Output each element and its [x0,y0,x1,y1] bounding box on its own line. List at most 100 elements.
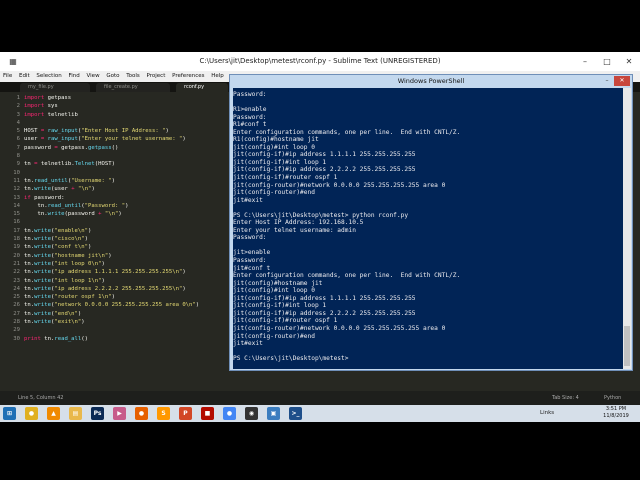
code-line: import getpass [24,95,72,101]
powershell-close-icon[interactable]: ✕ [614,76,630,86]
scrollbar-thumb[interactable] [624,326,630,366]
code-line: if password: [24,194,65,201]
menu-view[interactable]: View [87,73,100,79]
vlc-icon[interactable]: ▲ [47,407,60,420]
line-number: 24 [13,285,20,292]
menu-edit[interactable]: Edit [19,73,30,79]
console-line: jit(config-if)#int loop 1 [233,158,327,166]
file-explorer-icon[interactable]: ▤ [69,407,82,420]
console-line: Enter configuration commands, one per li… [233,128,461,136]
code-line: tn.write("enable\n") [24,227,92,234]
menu-tools[interactable]: Tools [126,73,140,79]
minimize-icon[interactable]: – [574,52,596,71]
links-toolbar-label[interactable]: Links [540,405,554,422]
network-tool-icon[interactable]: ▣ [267,407,280,420]
tab-my-file[interactable]: my_file.py [20,83,90,92]
menu-file[interactable]: File [3,73,12,79]
clock-time: 3:51 PM [605,406,627,412]
console-line: R1(config)#hostname jit [233,136,319,144]
code-line: user = raw_input("Enter your telnet user… [24,136,186,143]
taskbar: ⊞ ● ▲ ▤ Ps ▶ ● S P ■ ● ◉ ▣ >_ Links 3:51 PM 11/8/2019 [0,405,640,422]
windows-start-icon[interactable]: ⊞ [3,407,16,420]
code-line: tn = telnetlib.Telnet(HOST) [24,161,116,168]
line-number: 2 [16,103,20,110]
console-line: R1#conf t [233,121,267,129]
code-line: tn.write("end\n") [24,310,82,317]
code-line: import telnetlib [24,111,78,118]
console-line: jit(config-router)#end [233,189,315,197]
menu-goto[interactable]: Goto [106,73,119,79]
code-line: tn.write("conf t\n") [24,244,92,251]
sublime-window-title: C:\Users\jit\Desktop\metest\rconf.py - S… [199,57,441,65]
code-line: tn.write("int loop 1\n") [24,277,105,284]
menu-help[interactable]: Help [211,73,224,79]
sublime-status-bar: Line 5, Column 42 Tab Size: 4 Python [0,391,640,405]
powershell-icon[interactable]: >_ [289,407,302,420]
line-number: 28 [13,319,20,326]
console-line: jit#conf t [233,264,271,272]
powershell-title: Windows PowerShell [397,77,465,85]
code-line: password = getpass.getpass() [24,144,119,151]
console-line: Password: [233,257,267,265]
syntax-indicator[interactable]: Python [604,391,621,405]
powerpoint-icon[interactable]: P [179,407,192,420]
media-icon[interactable]: ▶ [113,407,126,420]
close-icon[interactable]: ✕ [618,52,640,71]
clock[interactable]: 3:51 PM 11/8/2019 [596,406,636,420]
tab-rconf[interactable]: rconf.py [176,83,228,92]
chrome-alt-icon[interactable]: ● [223,407,236,420]
console-line: Enter your telnet username: admin [233,226,356,234]
menu-find[interactable]: Find [68,73,79,79]
tab-file-create[interactable]: file_create.py [96,83,170,92]
obs-icon[interactable]: ◉ [245,407,258,420]
line-number: 23 [13,277,20,284]
sublime-text-icon[interactable]: S [157,407,170,420]
powershell-console[interactable]: Password: R1>enable Password: R1#conf t Ente… [233,88,623,369]
line-number: 14 [13,202,20,209]
line-number: 30 [13,335,20,342]
sublime-title-bar: C:\Users\jit\Desktop\metest\rconf.py - S… [0,52,640,71]
menu-project[interactable]: Project [147,73,166,79]
chrome-icon[interactable]: ● [25,407,38,420]
line-number: 29 [13,327,20,334]
powershell-minimize-icon[interactable]: – [602,76,612,86]
console-line: jit>enable [233,249,271,257]
console-line: jit(config-if)#ip address 2.2.2.2 255.25… [233,166,416,174]
menu-preferences[interactable]: Preferences [172,73,204,79]
console-line: jit(config-router)#end [233,332,315,340]
console-line: jit(config-if)#router ospf 1 [233,174,338,182]
firefox-icon[interactable]: ● [135,407,148,420]
tab-size-indicator[interactable]: Tab Size: 4 [552,391,579,405]
code-line: tn.write("router ospf 1\n") [24,294,115,301]
line-number: 1 [16,95,20,101]
line-number: 10 [13,169,20,176]
menu-selection[interactable]: Selection [36,73,61,79]
code-line: tn.write("network 0.0.0.0 255.255.255.25… [24,302,200,309]
line-number: 18 [13,236,20,243]
pdf-icon[interactable]: ■ [201,407,214,420]
console-line: jit(config-if)#router ospf 1 [233,317,338,325]
code-editor[interactable]: import getpass import sys import telnetlib… [24,94,230,386]
code-line: HOST = raw_input("Enter Host IP Address:… [24,128,169,135]
console-line: jit(config-if)#ip address 1.1.1.1 255.25… [233,151,416,159]
console-output: Password: R1>enable Password: R1#conf t Ente… [233,91,460,363]
console-line: jit#exit [233,196,263,204]
code-line: tn.write(user + "\n") [24,186,95,193]
code-line: tn.write("cisco\n") [24,236,89,243]
powershell-scrollbar[interactable] [623,88,631,369]
console-line: jit(config-if)#ip address 1.1.1.1 255.25… [233,294,416,302]
maximize-icon[interactable]: □ [596,52,618,71]
console-line: Enter Host IP Address: 192.168.10.5 [233,219,364,227]
desktop-screen: C:\Users\jit\Desktop\metest\rconf.py - S… [0,52,640,422]
line-number: 26 [13,302,20,309]
code-line: tn.write("exit\n") [24,319,85,326]
line-number: 25 [13,294,20,301]
photoshop-icon[interactable]: Ps [91,407,104,420]
console-line: jit#exit [233,340,263,348]
line-number: 8 [16,153,20,160]
code-line: tn.read_until("Username: ") [24,177,115,184]
